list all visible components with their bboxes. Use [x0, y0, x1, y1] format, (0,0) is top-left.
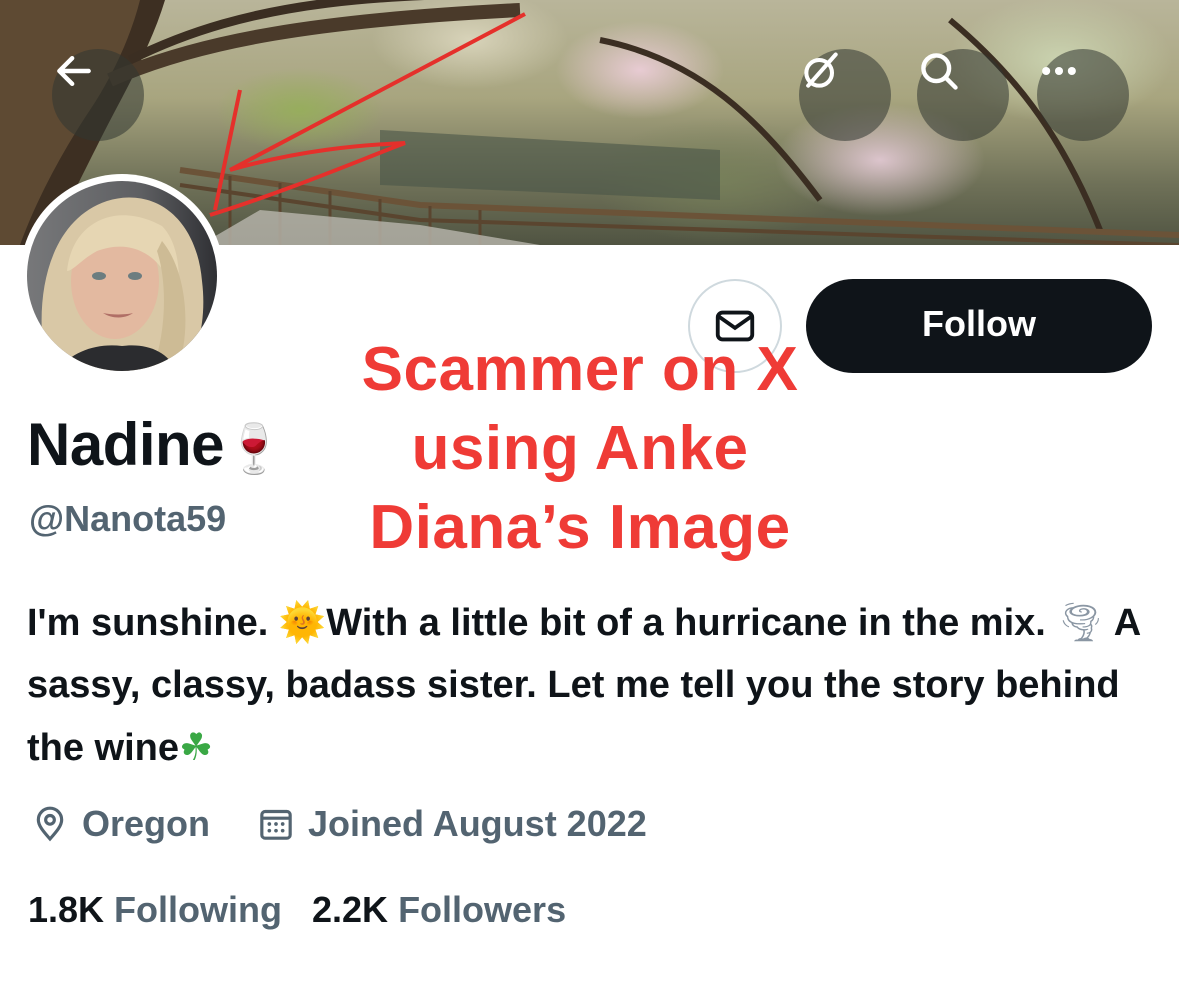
tornado-emoji: 🌪 — [1056, 600, 1105, 644]
display-name: Nadine🍷 — [27, 405, 284, 489]
display-name-text: Nadine — [27, 411, 225, 478]
back-button[interactable] — [52, 49, 144, 141]
join-date-text: Joined August 2022 — [308, 803, 647, 844]
grok-button[interactable] — [799, 49, 891, 141]
more-icon — [1042, 66, 1076, 76]
arrow-left-icon — [57, 55, 91, 87]
annotation-line-2: using Anke — [411, 414, 749, 483]
avatar-photo — [27, 181, 217, 371]
following-link[interactable]: 1.8K Following — [28, 889, 282, 931]
location: Oregon — [30, 803, 210, 845]
calendar-icon — [260, 809, 292, 840]
scam-warning-annotation: Scammer on X using Anke Diana’s Image — [320, 330, 840, 567]
search-icon — [921, 53, 958, 90]
clover-emoji: ☘ — [179, 725, 214, 769]
avatar[interactable] — [20, 174, 224, 378]
following-label: Following — [114, 889, 283, 930]
annotation-line-1: Scammer on X — [361, 335, 799, 404]
more-button[interactable] — [1037, 49, 1129, 141]
follow-button[interactable]: Follow — [806, 279, 1152, 373]
search-button[interactable] — [917, 49, 1009, 141]
followers-link[interactable]: 2.2K Followers — [312, 889, 566, 931]
annotation-line-3: Diana’s Image — [369, 493, 791, 562]
followers-count: 2.2K — [312, 889, 389, 930]
grok-icon — [804, 52, 838, 88]
follow-stats: 1.8K Following 2.2K Followers — [28, 886, 566, 934]
profile-meta: Oregon Joined August 2022 — [30, 800, 647, 848]
location-pin-icon — [36, 806, 64, 842]
profile-bio: I'm sunshine. 🌞With a little bit of a hu… — [27, 591, 1167, 779]
wine-emoji: 🍷 — [224, 421, 284, 477]
sun-emoji: 🌞 — [278, 600, 327, 644]
user-handle: @Nanota59 — [29, 498, 227, 539]
location-text: Oregon — [82, 803, 211, 844]
following-count: 1.8K — [28, 889, 105, 930]
bio-text-1: I'm sunshine. — [27, 602, 279, 644]
bio-text-2: With a little bit of a hurricane in the … — [326, 602, 1046, 644]
followers-label: Followers — [398, 889, 567, 930]
join-date: Joined August 2022 — [256, 803, 647, 845]
